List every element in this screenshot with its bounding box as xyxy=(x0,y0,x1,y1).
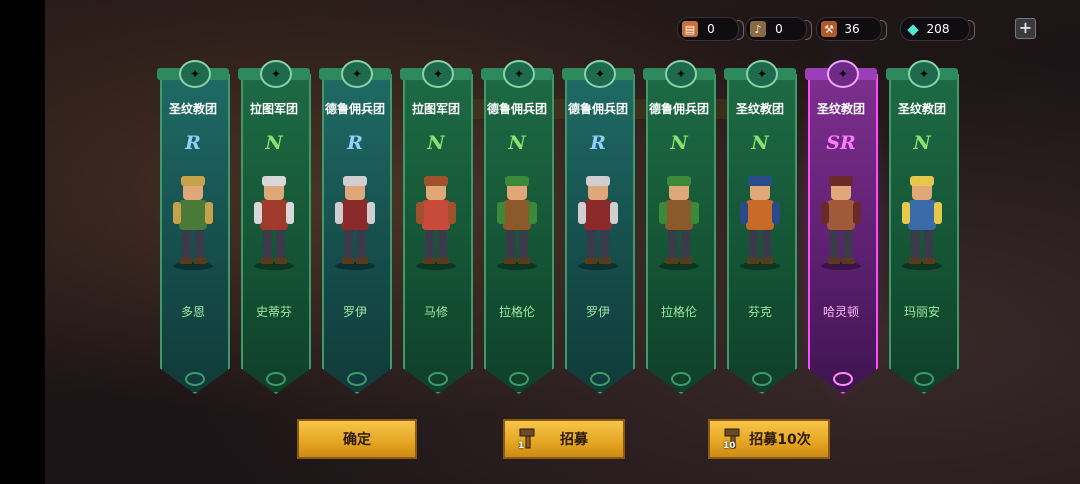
swirl-ornament-icon xyxy=(428,372,448,386)
faction-emblem-icon: ✦ xyxy=(908,60,940,88)
hero-name: 拉格伦 xyxy=(498,305,535,319)
swirl-ornament-icon xyxy=(914,372,934,386)
confirm-label: 确定 xyxy=(343,432,371,448)
resource-hammer: ⚒ 36 xyxy=(816,17,887,41)
recruit-ten-count: 10 xyxy=(723,441,736,451)
hero-card[interactable]: ✦ 圣纹教团 SR 哈灵顿 xyxy=(793,40,889,410)
confirm-button[interactable]: 确定 xyxy=(297,419,417,459)
resource-value: 36 xyxy=(844,22,860,36)
rarity-label: R xyxy=(590,132,606,154)
hero-sprite xyxy=(254,176,294,270)
resource-horn: ♪ 0 xyxy=(745,17,812,41)
faction-emblem-icon: ✦ xyxy=(179,60,211,88)
faction-emblem-icon: ✦ xyxy=(827,60,859,88)
hero-card[interactable]: ✦ 德鲁佣兵团 R 罗伊 xyxy=(319,60,392,400)
hero-card[interactable]: ✦ 拉图军团 N 史蒂芬 xyxy=(238,60,311,400)
recruit-ten-button[interactable]: 10 招募10次 xyxy=(708,419,830,459)
resource-value: 0 xyxy=(707,22,715,36)
swirl-ornament-icon xyxy=(266,372,286,386)
hero-name: 玛丽安 xyxy=(903,305,940,319)
faction-label: 圣纹教团 xyxy=(816,102,865,116)
hero-name: 芬克 xyxy=(747,305,772,319)
hero-name: 罗伊 xyxy=(342,305,367,319)
swirl-ornament-icon xyxy=(833,372,853,386)
hero-card[interactable]: ✦ 圣纹教团 N 玛丽安 xyxy=(886,60,959,400)
rarity-label: N xyxy=(427,132,445,154)
faction-label: 德鲁佣兵团 xyxy=(486,102,547,116)
faction-emblem-icon: ✦ xyxy=(260,60,292,88)
rarity-label: N xyxy=(751,132,769,154)
rarity-label: R xyxy=(185,132,201,154)
recruit-one-label: 招募 xyxy=(560,432,588,448)
horn-icon: ♪ xyxy=(750,21,766,37)
rarity-label: SR xyxy=(826,132,856,154)
game-screen: ▤ 0 ♪ 0 ⚒ 36 ◆ 208 + ✦ 圣纹教团 R 多恩 ✦ 拉图军团 N 史蒂芬 ✦ 德… xyxy=(45,0,1080,484)
faction-label: 圣纹教团 xyxy=(897,102,946,116)
hero-name: 史蒂芬 xyxy=(255,305,292,319)
faction-emblem-icon: ✦ xyxy=(341,60,373,88)
hero-sprite xyxy=(416,176,456,270)
faction-label: 德鲁佣兵团 xyxy=(567,102,628,116)
rarity-label: R xyxy=(347,132,363,154)
scroll-icon: ▤ xyxy=(682,21,698,37)
rarity-label: N xyxy=(265,132,283,154)
hero-sprite xyxy=(335,176,375,270)
hero-card[interactable]: ✦ 德鲁佣兵团 R 罗伊 xyxy=(562,60,635,400)
resource-value: 0 xyxy=(775,22,783,36)
faction-label: 圣纹教团 xyxy=(168,102,217,116)
hero-sprite xyxy=(740,176,780,270)
faction-emblem-icon: ✦ xyxy=(422,60,454,88)
swirl-ornament-icon xyxy=(347,372,367,386)
swirl-ornament-icon xyxy=(590,372,610,386)
swirl-ornament-icon xyxy=(671,372,691,386)
resource-diamond: ◆ 208 xyxy=(900,17,975,41)
hero-card[interactable]: ✦ 圣纹教团 R 多恩 xyxy=(157,60,230,400)
hero-name: 拉格伦 xyxy=(660,305,697,319)
hammer-icon: ⚒ xyxy=(821,21,837,37)
faction-emblem-icon: ✦ xyxy=(503,60,535,88)
faction-label: 德鲁佣兵团 xyxy=(648,102,709,116)
hero-sprite xyxy=(659,176,699,270)
hero-sprite xyxy=(821,176,861,270)
hero-sprite xyxy=(497,176,537,270)
recruit-one-button[interactable]: 1 招募 xyxy=(503,419,625,459)
swirl-ornament-icon xyxy=(185,372,205,386)
hero-name: 罗伊 xyxy=(585,305,610,319)
hero-name: 多恩 xyxy=(180,305,205,319)
faction-label: 拉图军团 xyxy=(411,102,460,116)
hero-sprite xyxy=(173,176,213,270)
rarity-label: N xyxy=(508,132,526,154)
faction-emblem-icon: ✦ xyxy=(665,60,697,88)
faction-label: 圣纹教团 xyxy=(735,102,784,116)
faction-label: 德鲁佣兵团 xyxy=(324,102,385,116)
faction-label: 拉图军团 xyxy=(249,102,298,116)
hero-sprite xyxy=(578,176,618,270)
swirl-ornament-icon xyxy=(752,372,772,386)
resource-scroll: ▤ 0 xyxy=(677,17,744,41)
swirl-ornament-icon xyxy=(509,372,529,386)
hero-sprite xyxy=(902,176,942,270)
hero-card[interactable]: ✦ 圣纹教团 N 芬克 xyxy=(724,60,797,400)
faction-emblem-icon: ✦ xyxy=(584,60,616,88)
rarity-label: N xyxy=(913,132,931,154)
recruit-one-count: 1 xyxy=(518,441,525,451)
hero-name: 马修 xyxy=(423,305,448,319)
recruit-ten-label: 招募10次 xyxy=(749,432,811,448)
diamond-icon: ◆ xyxy=(907,20,919,38)
hero-card[interactable]: ✦ 德鲁佣兵团 N 拉格伦 xyxy=(481,60,554,400)
hero-card[interactable]: ✦ 拉图军团 N 马修 xyxy=(400,60,473,400)
rarity-label: N xyxy=(670,132,688,154)
add-diamond-button[interactable]: + xyxy=(1015,18,1036,39)
hero-card[interactable]: ✦ 德鲁佣兵团 N 拉格伦 xyxy=(643,60,716,400)
faction-emblem-icon: ✦ xyxy=(746,60,778,88)
resource-value: 208 xyxy=(926,22,950,36)
hero-name: 哈灵顿 xyxy=(822,305,859,319)
